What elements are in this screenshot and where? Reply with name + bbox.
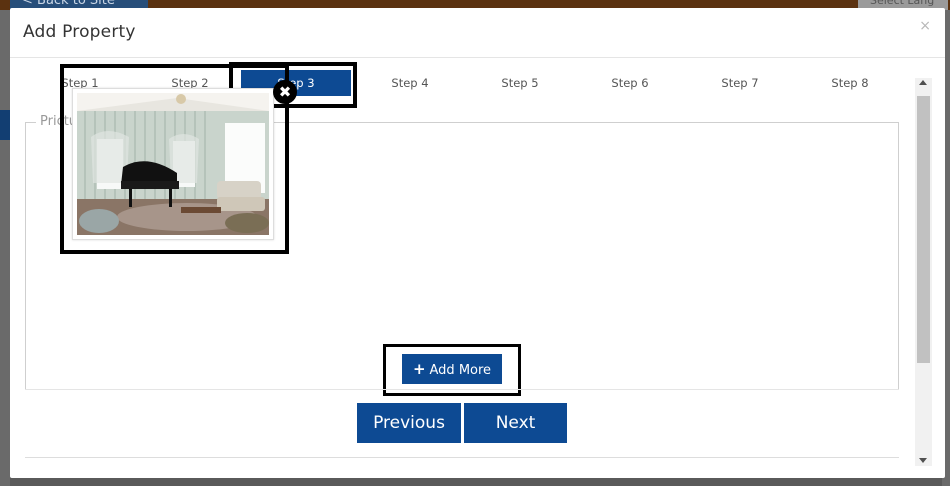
divider <box>25 389 899 390</box>
vertical-scrollbar[interactable] <box>915 78 932 466</box>
picture-thumbnail <box>72 88 274 240</box>
background-left-edge <box>0 10 10 486</box>
close-icon[interactable]: × <box>919 18 931 34</box>
previous-button[interactable]: Previous <box>357 403 461 443</box>
background-blue-block <box>0 110 10 140</box>
tab-step-5[interactable]: Step 5 <box>480 70 560 96</box>
tab-step-4[interactable]: Step 4 <box>370 70 450 96</box>
add-more-button[interactable]: + Add More <box>402 354 502 384</box>
modal-body: Step 1 Step 2 Step 3 Step 4 Step 5 Step … <box>10 58 945 478</box>
scroll-up-arrow-icon[interactable] <box>919 80 927 85</box>
plus-icon: + <box>412 360 426 378</box>
tab-step-7[interactable]: Step 7 <box>700 70 780 96</box>
add-property-modal: Add Property × Step 1 Step 2 Step 3 Step… <box>10 8 945 478</box>
living-room-photo <box>77 93 269 235</box>
tab-step-8[interactable]: Step 8 <box>810 70 890 96</box>
scroll-down-arrow-icon[interactable] <box>919 458 927 463</box>
next-button[interactable]: Next <box>464 403 567 443</box>
footer-divider <box>25 457 899 458</box>
tab-step-6[interactable]: Step 6 <box>590 70 670 96</box>
modal-header: Add Property × <box>10 8 945 58</box>
add-more-label: Add More <box>429 363 492 378</box>
remove-picture-icon[interactable]: ✖ <box>273 80 297 104</box>
scroll-thumb[interactable] <box>917 96 930 363</box>
modal-title: Add Property <box>23 22 136 42</box>
